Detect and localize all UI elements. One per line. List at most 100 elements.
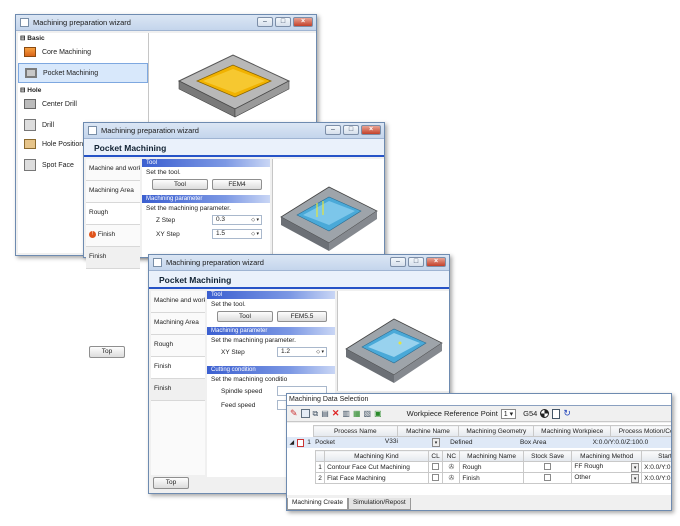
insert-icon[interactable]: ▦ <box>353 409 361 418</box>
step-finish-2[interactable]: Finish <box>151 379 205 401</box>
core-machining-icon <box>24 47 36 57</box>
section-machining-parameter: Machining parameter <box>142 195 270 203</box>
delete-icon[interactable]: ✕ <box>332 408 340 419</box>
col-machining-method[interactable]: Machining Method <box>571 450 643 462</box>
nc-tool-icon: ✇ <box>448 475 455 482</box>
stock-save-checkbox[interactable] <box>544 474 552 482</box>
tool-button[interactable]: Tool <box>217 310 273 322</box>
title-bar[interactable]: Machining preparation wizard – □ × <box>149 255 449 271</box>
z-step-input[interactable]: 0.3 ◇ ▾ <box>212 215 262 225</box>
minimize-button[interactable]: – <box>390 257 406 267</box>
spin-dropdown-icon[interactable]: ◇ ▾ <box>316 348 324 356</box>
process-row[interactable]: ◢ 1 Pocket V33i ▾ Defined Box Area X:0.0… <box>287 437 671 448</box>
preview-viewer[interactable] <box>148 33 316 133</box>
preview-viewer[interactable] <box>337 291 449 391</box>
dropdown-arrow-icon[interactable]: ▾ <box>631 473 640 483</box>
cutting-prompt: Set the machining conditio <box>211 376 288 383</box>
param-prompt: Set the machining parameter. <box>146 205 231 212</box>
stock-save-checkbox[interactable] <box>544 463 552 471</box>
wand-icon[interactable]: ✎ <box>290 408 298 419</box>
col-process-name[interactable]: Process Name <box>313 425 398 437</box>
step-machine-and-work[interactable]: Machine and work <box>86 159 140 181</box>
list-item-center-drill[interactable]: Center Drill <box>18 95 148 115</box>
col-cl[interactable]: CL <box>427 450 444 462</box>
bottom-tabs: Machining Create Simulation/Repost <box>287 498 411 510</box>
cl-checkbox[interactable] <box>432 463 440 471</box>
list-item-pocket-machining[interactable]: Pocket Machining <box>18 63 148 83</box>
col-process-motion[interactable]: Process Motion/Comm <box>610 425 671 437</box>
panel-title: Machining Data Selection <box>287 394 671 406</box>
title-bar[interactable]: Machining preparation wizard – □ × <box>84 123 384 139</box>
table-row[interactable]: 1 Contour Face Cut Machining ✇ Rough FF … <box>314 461 671 473</box>
step-finish-1[interactable]: Finish <box>151 357 205 379</box>
maximize-button[interactable]: □ <box>275 17 291 27</box>
close-button[interactable]: × <box>361 125 381 135</box>
minimize-button[interactable]: – <box>325 125 341 135</box>
step-rough[interactable]: Rough <box>151 335 205 357</box>
title-bar[interactable]: Machining preparation wizard – □ × <box>16 15 316 31</box>
pocket-model-preview-icon <box>177 54 291 118</box>
col-machining-kind[interactable]: Machining Kind <box>324 450 429 462</box>
export-icon[interactable]: ▣ <box>374 409 382 418</box>
close-button[interactable]: × <box>426 257 446 267</box>
expand-icon[interactable]: ◢ <box>287 439 297 446</box>
spin-dropdown-icon[interactable]: ◇ ▾ <box>251 216 259 224</box>
tab-simulation-repost[interactable]: Simulation/Repost <box>347 498 411 510</box>
step-rough[interactable]: Rough <box>86 203 140 225</box>
dropdown-arrow-icon[interactable]: ▾ <box>432 438 441 447</box>
workpiece-ref-label: Workpiece Reference Point <box>406 409 498 418</box>
step-machine-and-work[interactable]: Machine and work <box>151 291 205 313</box>
col-machining-workpiece[interactable]: Machining Workpiece <box>533 425 612 437</box>
process-row-icon <box>296 438 305 447</box>
section-tool: Tool <box>142 159 270 167</box>
step-finish-1[interactable]: ! Finish <box>86 225 140 247</box>
spin-dropdown-icon[interactable]: ◇ ▾ <box>251 230 259 238</box>
layer-icon[interactable]: ▧ <box>364 409 372 418</box>
maximize-button[interactable]: □ <box>343 125 359 135</box>
tool-button[interactable]: Tool <box>152 178 208 190</box>
machine-select[interactable]: V33i ▾ <box>385 438 446 447</box>
xy-step-input[interactable]: 1.2 ◇ ▾ <box>277 347 327 357</box>
cl-checkbox[interactable] <box>432 474 440 482</box>
maximize-button[interactable]: □ <box>408 257 424 267</box>
col-machining-name[interactable]: Machining Name <box>459 450 524 462</box>
refresh-icon[interactable]: ↻ <box>563 408 571 419</box>
close-button[interactable]: × <box>293 17 313 27</box>
origin-icon[interactable] <box>540 409 550 418</box>
page-title: Pocket Machining <box>149 271 449 289</box>
step-machining-area[interactable]: Machining Area <box>86 181 140 203</box>
group-header-hole[interactable]: ⊟ Hole <box>18 85 148 95</box>
app-icon <box>20 18 29 27</box>
table-row[interactable]: 2 Flat Face Machining ✇ Finish Other ▾ X:… <box>314 472 671 484</box>
xy-step-input[interactable]: 1.5 ◇ ▾ <box>212 229 262 239</box>
method-select[interactable]: FF Rough ▾ <box>571 461 643 473</box>
group-header-basic[interactable]: ⊟ Basic <box>18 33 148 43</box>
dropdown-arrow-icon[interactable]: ▾ <box>631 462 640 472</box>
paste-icon[interactable]: ▤ <box>321 409 329 418</box>
nc-tool-icon: ✇ <box>448 464 455 471</box>
tab-machining-create[interactable]: Machining Create <box>287 498 348 510</box>
method-select[interactable]: Other ▾ <box>571 472 643 484</box>
app-icon <box>153 258 162 267</box>
preview-viewer[interactable] <box>272 159 384 257</box>
list-item-core-machining[interactable]: Core Machining <box>18 43 148 63</box>
process-table-area: Process Name Machine Name Machining Geom… <box>287 423 671 495</box>
machining-data-selection-window: Machining Data Selection ✎ ⧉ ▤ ✕ ▥ ▦ ▧ ▣… <box>286 393 672 511</box>
document-icon[interactable] <box>552 408 561 419</box>
step-machining-area[interactable]: Machining Area <box>151 313 205 335</box>
col-machine-name[interactable]: Machine Name <box>396 425 460 437</box>
ref-point-select[interactable]: 1 ▾ <box>500 408 517 419</box>
step-finish-2[interactable]: Finish <box>86 247 140 269</box>
col-machining-geometry[interactable]: Machining Geometry <box>458 425 535 437</box>
pocket-toolpath-preview-icon <box>280 186 378 251</box>
col-start-point[interactable]: Start P <box>641 450 671 462</box>
new-item-icon[interactable] <box>300 409 310 418</box>
move-up-icon[interactable]: ▥ <box>342 409 350 418</box>
copy-icon[interactable]: ⧉ <box>313 409 319 419</box>
col-nc[interactable]: NC <box>442 450 461 462</box>
col-stock-save[interactable]: Stock Save <box>522 450 573 462</box>
drill-icon <box>24 119 36 131</box>
minimize-button[interactable]: – <box>257 17 273 27</box>
top-button[interactable]: Top <box>153 477 189 489</box>
top-button[interactable]: Top <box>89 346 125 358</box>
